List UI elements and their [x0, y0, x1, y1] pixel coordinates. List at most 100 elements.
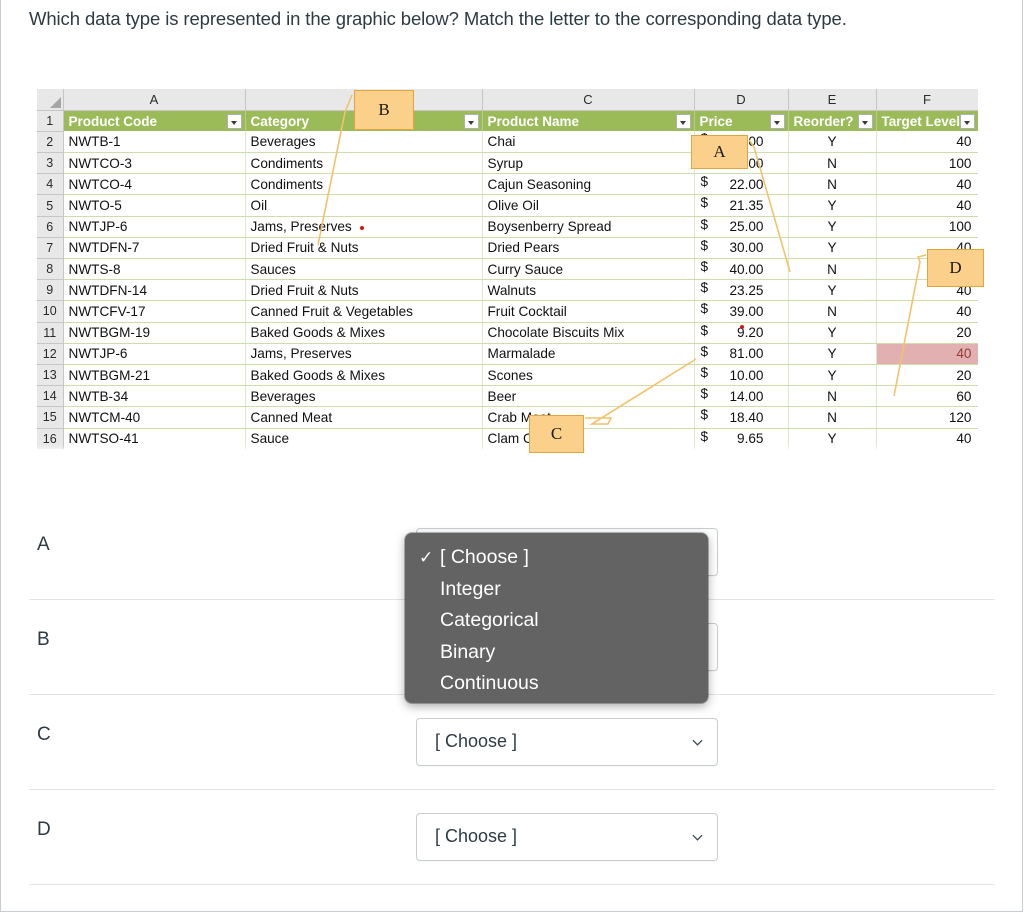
cell-reorder[interactable]: N	[788, 258, 877, 281]
cell-category[interactable]: Jams, Preserves	[245, 216, 483, 238]
cell-target-level[interactable]: 40	[876, 194, 978, 217]
cell-price[interactable]: $18.40	[694, 406, 789, 429]
cell-reorder[interactable]: N	[788, 385, 877, 408]
cell-product-code[interactable]: NWTBGM-19	[63, 322, 246, 344]
column-header-a[interactable]: A	[62, 89, 246, 111]
cell-reorder[interactable]: Y	[788, 343, 877, 365]
cell-product-code[interactable]: NWTB-34	[63, 385, 246, 408]
cell-product-name[interactable]: Syrup	[482, 152, 695, 175]
row-number[interactable]: 8	[37, 257, 64, 281]
filter-dropdown-icon[interactable]	[857, 113, 873, 129]
cell-product-code[interactable]: NWTCO-4	[63, 173, 246, 196]
cell-product-name[interactable]: Scones	[482, 364, 695, 387]
cell-reorder[interactable]: N	[788, 173, 877, 196]
dropdown-option[interactable]: Continuous	[405, 668, 708, 700]
cell-reorder[interactable]: Y	[788, 364, 877, 387]
filter-dropdown-icon[interactable]	[675, 113, 691, 129]
row-number[interactable]: 1	[37, 109, 64, 132]
cell-category[interactable]: Beverages	[245, 385, 483, 408]
cell-price[interactable]: $25.00	[694, 216, 789, 238]
dropdown-option[interactable]: ✓ [ Choose ]	[405, 542, 708, 574]
select-all-corner[interactable]	[37, 89, 64, 111]
cell-product-name[interactable]: Chocolate Biscuits Mix	[482, 322, 695, 344]
cell-category[interactable]: Baked Goods & Mixes	[245, 322, 483, 344]
cell-category[interactable]: Sauce	[245, 428, 483, 450]
cell-product-name[interactable]: Crab Meat	[482, 406, 695, 429]
cell-product-code[interactable]: NWTCO-3	[63, 152, 246, 175]
dropdown-option[interactable]: Categorical	[405, 605, 708, 637]
cell-target-level[interactable]: 40	[876, 343, 978, 365]
cell-category[interactable]: Condiments	[245, 152, 483, 175]
row-number[interactable]: 10	[37, 300, 64, 323]
row-number[interactable]: 7	[37, 236, 64, 260]
row-number[interactable]: 14	[37, 385, 64, 408]
cell-category[interactable]: Oil	[245, 194, 483, 217]
cell-reorder[interactable]: Y	[788, 322, 877, 344]
column-header-e[interactable]: E	[787, 89, 877, 111]
filter-dropdown-icon[interactable]	[226, 113, 242, 129]
cell-target-level[interactable]: 40	[876, 173, 978, 196]
cell-target-level[interactable]: 20	[876, 364, 978, 387]
cell-price[interactable]: $40.00	[694, 258, 789, 281]
cell-product-name[interactable]: Curry Sauce	[482, 258, 695, 281]
cell-price[interactable]: $23.25	[694, 279, 789, 302]
row-number[interactable]: 12	[37, 342, 64, 365]
cell-product-code[interactable]: NWTDFN-14	[63, 279, 246, 302]
cell-product-name[interactable]: Boysenberry Spread	[482, 216, 695, 238]
cell-price[interactable]: $39.00	[694, 300, 789, 323]
cell-product-name[interactable]: Walnuts	[482, 279, 695, 302]
cell-product-name[interactable]: Clam Chowder	[482, 428, 695, 450]
column-header-c[interactable]: C	[481, 89, 695, 111]
filter-dropdown-icon[interactable]	[959, 113, 975, 129]
cell-target-level[interactable]: 60	[876, 385, 978, 408]
cell-category[interactable]: Dried Fruit & Nuts	[245, 237, 483, 260]
column-header-d[interactable]: D	[693, 89, 789, 111]
cell-reorder[interactable]: Y	[788, 428, 877, 450]
row-number[interactable]: 5	[37, 194, 64, 217]
cell-category[interactable]: Dried Fruit & Nuts	[245, 279, 483, 302]
cell-reorder[interactable]: Y	[788, 237, 877, 260]
cell-reorder[interactable]: Y	[788, 279, 877, 302]
cell-target-level[interactable]: 100	[876, 152, 978, 175]
dropdown-option[interactable]: Binary	[405, 637, 708, 669]
cell-category[interactable]: Jams, Preserves	[245, 343, 483, 365]
match-select-d[interactable]: [ Choose ]	[416, 813, 718, 861]
cell-price[interactable]: $22.00	[694, 173, 789, 196]
cell-price[interactable]: $9.65	[694, 428, 789, 450]
cell-product-code[interactable]: NWTJP-6	[63, 343, 246, 365]
match-select-c[interactable]: [ Choose ]	[416, 718, 718, 766]
cell-product-code[interactable]: NWTB-1	[63, 131, 246, 154]
row-number[interactable]: 9	[37, 279, 64, 302]
cell-target-level[interactable]: 100	[876, 216, 978, 238]
cell-reorder[interactable]: N	[788, 300, 877, 323]
cell-price[interactable]: $9.20	[694, 322, 789, 344]
cell-price[interactable]: $14.00	[694, 385, 789, 408]
filter-dropdown-icon[interactable]	[769, 113, 785, 129]
cell-category[interactable]: Canned Fruit & Vegetables	[245, 300, 483, 323]
cell-product-code[interactable]: NWTBGM-21	[63, 364, 246, 387]
cell-target-level[interactable]: 20	[876, 322, 978, 344]
cell-target-level[interactable]: 40	[876, 131, 978, 154]
row-number[interactable]: 16	[37, 427, 64, 450]
cell-reorder[interactable]: N	[788, 152, 877, 175]
cell-product-code[interactable]: NWTS-8	[63, 258, 246, 281]
cell-product-code[interactable]: NWTDFN-7	[63, 237, 246, 260]
cell-product-name[interactable]: Beer	[482, 385, 695, 408]
row-number[interactable]: 15	[37, 406, 64, 429]
cell-product-code[interactable]: NWTCM-40	[63, 406, 246, 429]
cell-product-name[interactable]: Marmalade	[482, 343, 695, 365]
cell-product-code[interactable]: NWTSO-41	[63, 428, 246, 450]
cell-reorder[interactable]: Y	[788, 131, 877, 154]
row-number[interactable]: 6	[37, 215, 64, 238]
cell-price[interactable]: $21.35	[694, 194, 789, 217]
cell-target-level[interactable]: 40	[876, 428, 978, 450]
cell-product-name[interactable]: Chai	[482, 131, 695, 154]
cell-category[interactable]: Beverages	[245, 131, 483, 154]
cell-product-name[interactable]: Olive Oil	[482, 194, 695, 217]
cell-product-code[interactable]: NWTJP-6	[63, 216, 246, 238]
dropdown-option[interactable]: Integer	[405, 574, 708, 606]
row-number[interactable]: 3	[37, 152, 64, 175]
cell-price[interactable]: $10.00	[694, 364, 789, 387]
cell-reorder[interactable]: N	[788, 406, 877, 429]
cell-category[interactable]: Sauces	[245, 258, 483, 281]
